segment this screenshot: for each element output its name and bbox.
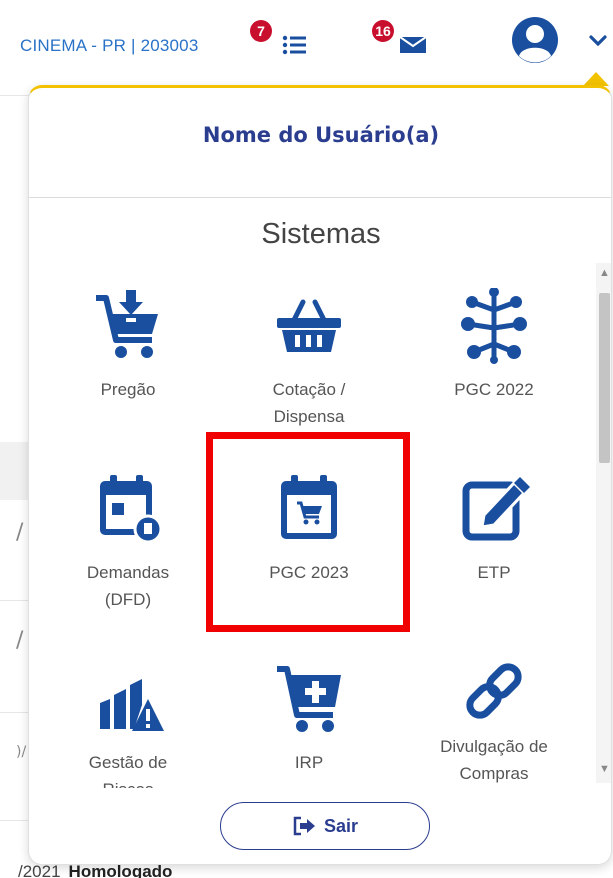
bg-table-header <box>0 442 30 500</box>
scroll-down-icon[interactable]: ▼ <box>599 763 610 775</box>
user-name: Nome do Usuário(a) <box>202 123 440 147</box>
bg-row-marker: / <box>16 520 24 545</box>
system-tile-pgc-2022[interactable]: PGC 2022 <box>409 288 579 403</box>
chevron-down-icon <box>589 35 607 47</box>
dropdown-caret <box>583 72 609 86</box>
list-icon <box>282 35 306 55</box>
user-dropdown-panel: Nome do Usuário(a) Sistemas Pregão Cotaç… <box>28 85 612 865</box>
bg-divider <box>0 712 30 713</box>
sign-out-icon <box>293 816 315 836</box>
unit-label: CINEMA - PR | 203003 <box>20 36 199 55</box>
system-label: ETP <box>477 563 511 582</box>
messages-badge: 16 <box>372 20 394 42</box>
bg-divider <box>0 820 30 821</box>
basket-icon <box>277 299 341 352</box>
system-label: Pregão <box>100 380 156 399</box>
edit-square-icon <box>462 477 530 541</box>
cart-download-icon <box>96 290 158 358</box>
system-tile-demandas[interactable]: Demandas (DFD) <box>43 471 213 613</box>
system-label: IRP <box>294 753 324 772</box>
user-menu-button[interactable] <box>510 15 610 71</box>
systems-scrollbar[interactable]: ▲ ▼ <box>596 263 611 783</box>
system-tile-irp[interactable]: IRP <box>224 661 394 776</box>
risk-chart-icon <box>100 679 164 731</box>
system-label: Demandas (DFD) <box>86 563 170 609</box>
system-tile-pregao[interactable]: Pregão <box>43 288 213 403</box>
envelope-icon <box>399 36 427 53</box>
scrollbar-thumb[interactable] <box>599 293 610 463</box>
system-tile-etp[interactable]: ETP <box>409 471 579 586</box>
scroll-up-icon[interactable]: ▲ <box>599 267 610 279</box>
calendar-clock-icon <box>100 475 163 544</box>
top-header: CINEMA - PR | 203003 7 16 <box>0 0 613 88</box>
calendar-cart-icon <box>281 475 337 539</box>
system-tile-pgc-2023[interactable]: PGC 2023 <box>224 471 394 586</box>
user-avatar-icon <box>512 17 558 63</box>
system-label: Divulgação de Compras <box>440 737 548 783</box>
systems-heading: Sistemas <box>261 218 381 250</box>
systems-grid: Pregão Cotação / Dispensa PGC 2022 Deman… <box>29 268 595 788</box>
link-icon <box>466 663 522 719</box>
bg-row-marker: / <box>16 628 24 653</box>
system-label: PGC 2022 <box>454 380 534 399</box>
bg-divider <box>0 600 30 601</box>
system-label: PGC 2023 <box>269 563 349 582</box>
bg-divider <box>0 95 30 96</box>
bg-row-marker: )/ <box>16 744 27 760</box>
network-icon <box>461 288 527 364</box>
divider <box>29 197 611 198</box>
logout-button[interactable]: Sair <box>220 802 430 850</box>
tasks-badge: 7 <box>250 20 272 42</box>
system-tile-gestao-riscos[interactable]: Gestão de Riscos <box>43 661 213 788</box>
logout-label: Sair <box>323 815 359 836</box>
system-tile-divulgacao[interactable]: Divulgação de Compras <box>409 661 579 787</box>
tasks-button[interactable]: 7 <box>250 20 310 64</box>
system-label: Cotação / Dispensa <box>272 380 346 426</box>
messages-button[interactable]: 16 <box>372 20 436 64</box>
cart-plus-icon <box>277 666 341 732</box>
system-label: Gestão de Riscos <box>88 753 168 788</box>
system-tile-cotacao[interactable]: Cotação / Dispensa <box>224 288 394 430</box>
